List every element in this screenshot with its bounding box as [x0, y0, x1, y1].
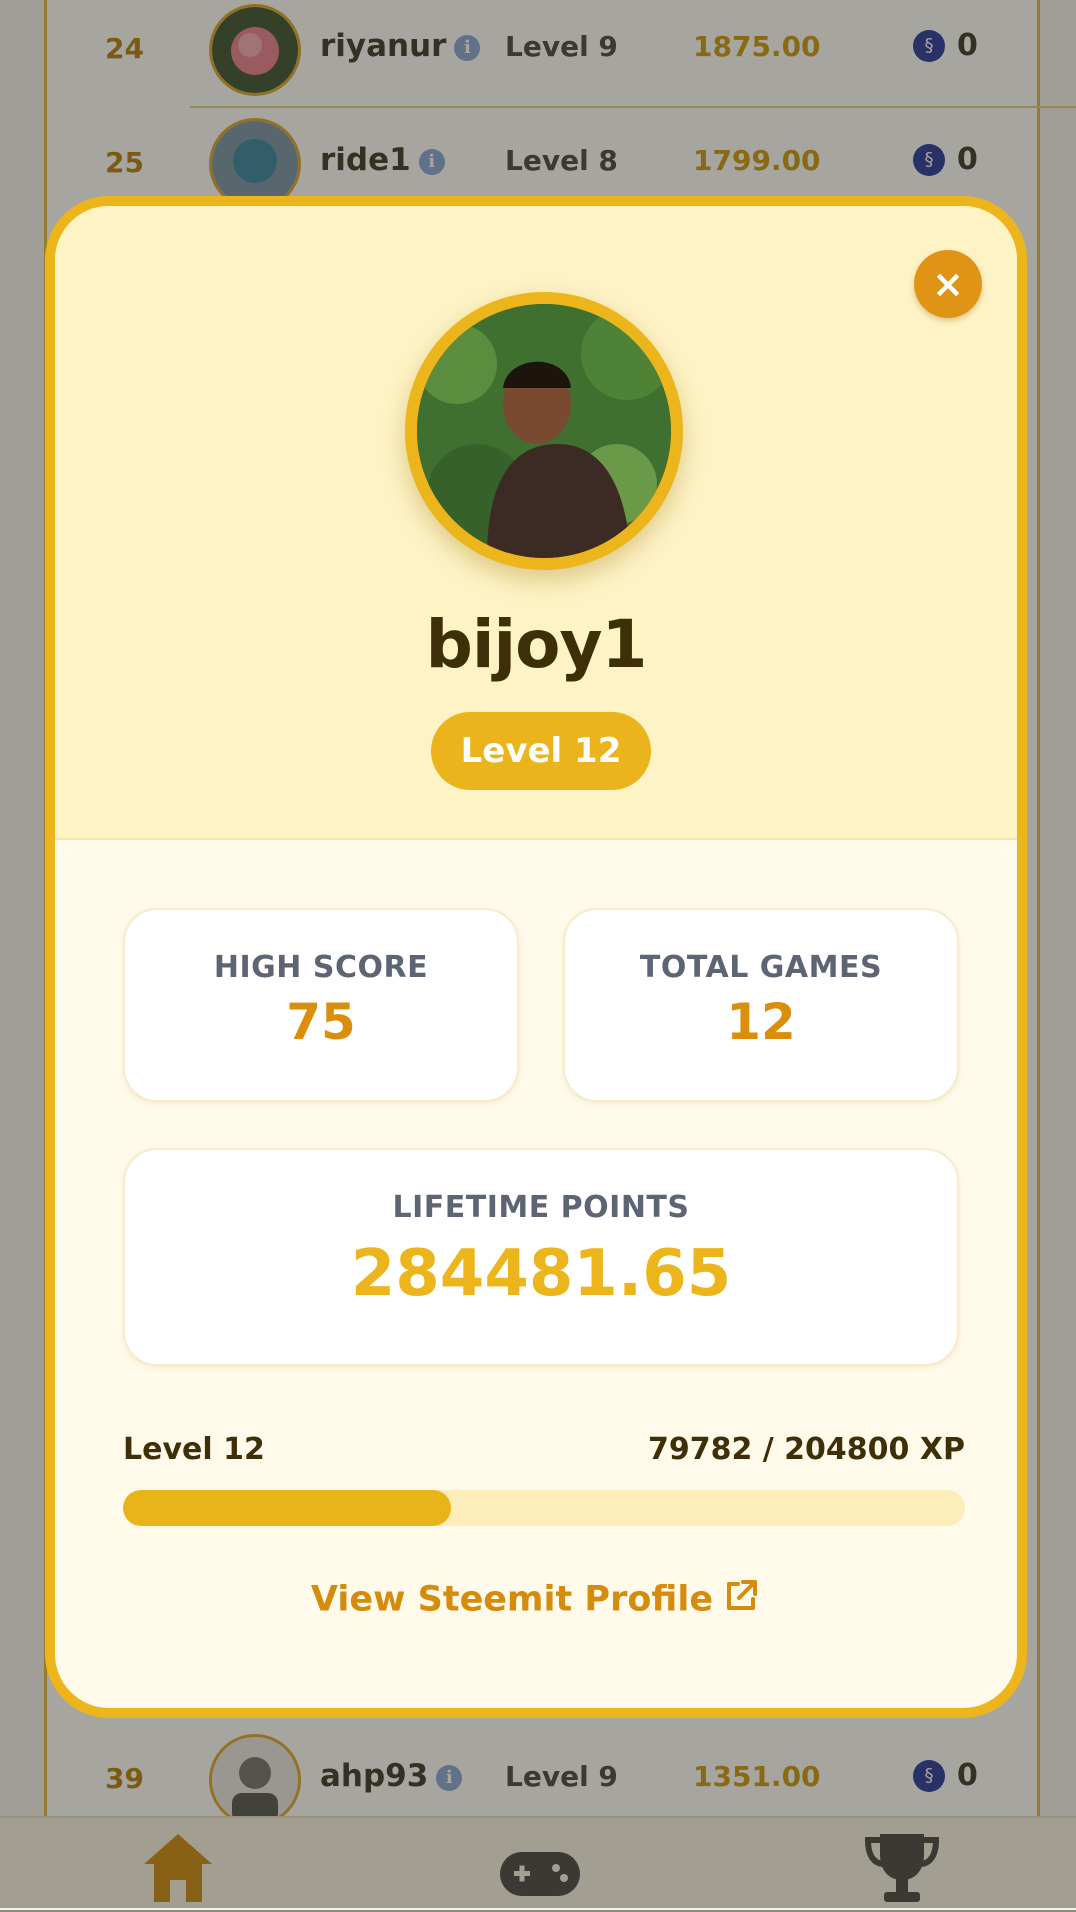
xp-info: Level 12 79782 / 204800 XP [123, 1432, 965, 1472]
steemit-link-label[interactable]: View Steemit Profile [311, 1580, 713, 1620]
level-badge: Level 12 [431, 712, 651, 790]
xp-progress-fill [123, 1490, 451, 1526]
high-score-value: 75 [286, 993, 356, 1051]
close-button[interactable]: × [914, 250, 982, 318]
view-steemit-profile-link[interactable]: View Steemit Profile [55, 1576, 1017, 1625]
total-games-card: TOTAL GAMES 12 [563, 908, 959, 1102]
xp-progress-text: 79782 / 204800 XP [647, 1432, 965, 1467]
total-games-value: 12 [726, 993, 796, 1051]
lifetime-points-label: LIFETIME POINTS [392, 1190, 690, 1225]
close-icon[interactable]: × [932, 262, 964, 306]
lifetime-points-card: LIFETIME POINTS 284481.65 [123, 1148, 959, 1366]
profile-username: bijoy1 [425, 606, 648, 683]
lifetime-points-value: 284481.65 [350, 1237, 732, 1311]
profile-avatar [405, 292, 683, 570]
profile-modal: × bijoy1 Level 12 HIGH SCORE 75 TOTAL GA… [45, 196, 1027, 1718]
high-score-card: HIGH SCORE 75 [123, 908, 519, 1102]
external-link-icon [721, 1576, 761, 1625]
xp-level-label: Level 12 [123, 1432, 265, 1467]
xp-progress-bar [123, 1490, 965, 1526]
total-games-label: TOTAL GAMES [639, 950, 883, 985]
high-score-label: HIGH SCORE [213, 950, 429, 985]
profile-header: × bijoy1 Level 12 [55, 206, 1017, 840]
